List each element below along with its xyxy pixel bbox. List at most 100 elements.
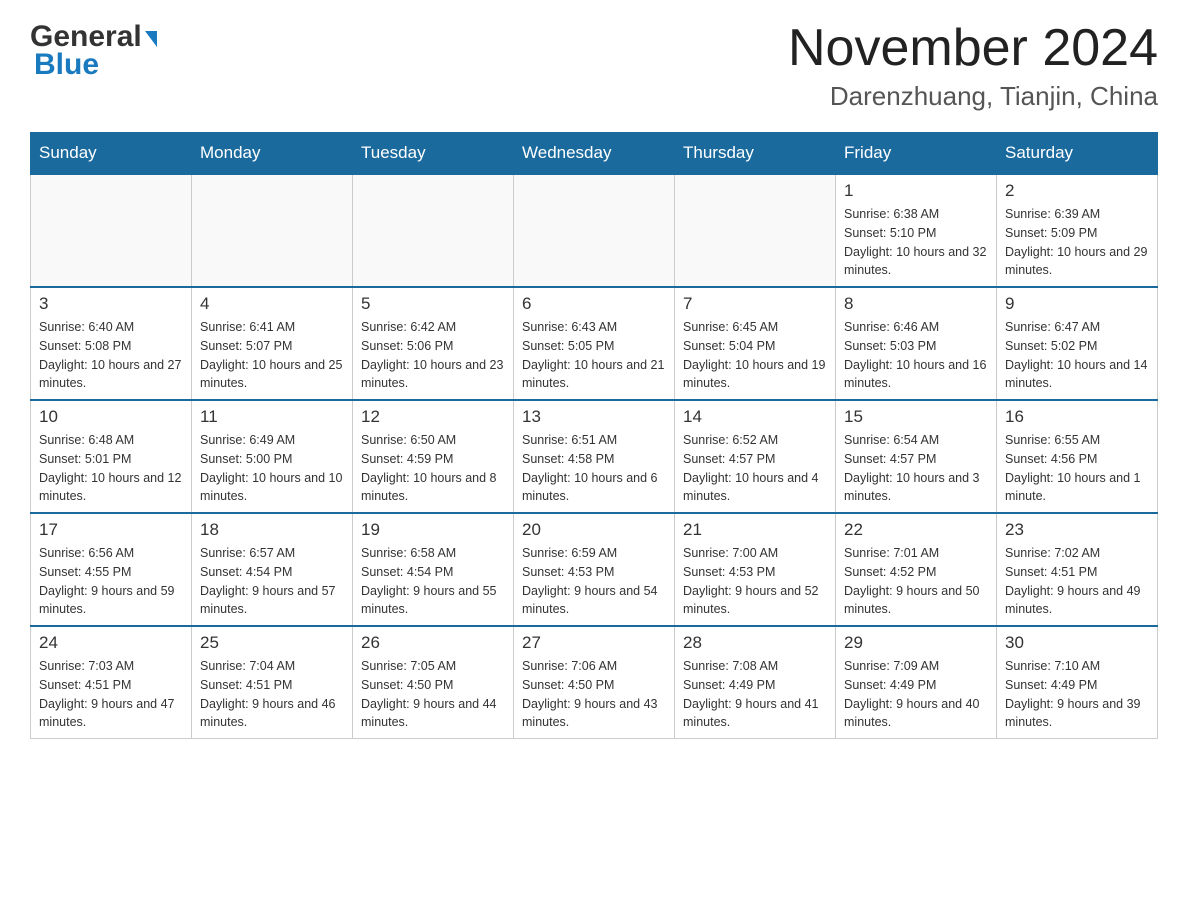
calendar-cell: 26Sunrise: 7:05 AMSunset: 4:50 PMDayligh… — [353, 626, 514, 739]
day-number: 2 — [1005, 181, 1149, 201]
day-info: Sunrise: 6:59 AMSunset: 4:53 PMDaylight:… — [522, 544, 666, 619]
day-info: Sunrise: 6:55 AMSunset: 4:56 PMDaylight:… — [1005, 431, 1149, 506]
calendar-week-3: 10Sunrise: 6:48 AMSunset: 5:01 PMDayligh… — [31, 400, 1158, 513]
day-number: 6 — [522, 294, 666, 314]
calendar-cell: 15 Sunrise: 6:54 AMSunset: 4:57 PMDayligh… — [836, 400, 997, 513]
calendar-dow-sunday: Sunday — [31, 133, 192, 175]
calendar-dow-monday: Monday — [192, 133, 353, 175]
day-number: 15 — [844, 407, 988, 427]
calendar-header-row: SundayMondayTuesdayWednesdayThursdayFrid… — [31, 133, 1158, 175]
day-info: Sunrise: 6:43 AMSunset: 5:05 PMDaylight:… — [522, 318, 666, 393]
calendar-table: SundayMondayTuesdayWednesdayThursdayFrid… — [30, 132, 1158, 739]
day-number: 13 — [522, 407, 666, 427]
day-info: Sunrise: 6:39 AMSunset: 5:09 PMDaylight:… — [1005, 205, 1149, 280]
day-number: 28 — [683, 633, 827, 653]
calendar-cell: 21Sunrise: 7:00 AMSunset: 4:53 PMDayligh… — [675, 513, 836, 626]
calendar-cell: 18 Sunrise: 6:57 AMSunset: 4:54 PMDayligh… — [192, 513, 353, 626]
day-number: 22 — [844, 520, 988, 540]
day-info: Sunrise: 6:42 AMSunset: 5:06 PMDaylight:… — [361, 318, 505, 393]
month-title: November 2024 — [788, 20, 1158, 77]
day-info: Sunrise: 6:58 AMSunset: 4:54 PMDaylight:… — [361, 544, 505, 619]
calendar-cell: 16 Sunrise: 6:55 AMSunset: 4:56 PMDayligh… — [997, 400, 1158, 513]
day-number: 1 — [844, 181, 988, 201]
day-number: 9 — [1005, 294, 1149, 314]
day-info: Sunrise: 6:48 AMSunset: 5:01 PMDaylight:… — [39, 431, 183, 506]
day-info: Sunrise: 6:54 AMSunset: 4:57 PMDaylight:… — [844, 431, 988, 506]
calendar-week-4: 17 Sunrise: 6:56 AMSunset: 4:55 PMDayligh… — [31, 513, 1158, 626]
day-info: Sunrise: 7:03 AMSunset: 4:51 PMDaylight:… — [39, 657, 183, 732]
day-number: 26 — [361, 633, 505, 653]
calendar-cell: 24Sunrise: 7:03 AMSunset: 4:51 PMDayligh… — [31, 626, 192, 739]
calendar-dow-wednesday: Wednesday — [514, 133, 675, 175]
calendar-cell: 12 Sunrise: 6:50 AMSunset: 4:59 PMDayligh… — [353, 400, 514, 513]
day-number: 20 — [522, 520, 666, 540]
calendar-cell: 14 Sunrise: 6:52 AMSunset: 4:57 PMDayligh… — [675, 400, 836, 513]
logo-triangle-icon — [145, 31, 157, 47]
day-number: 25 — [200, 633, 344, 653]
calendar-cell: 20 Sunrise: 6:59 AMSunset: 4:53 PMDayligh… — [514, 513, 675, 626]
day-number: 19 — [361, 520, 505, 540]
calendar-cell — [675, 174, 836, 287]
day-info: Sunrise: 7:10 AMSunset: 4:49 PMDaylight:… — [1005, 657, 1149, 732]
day-number: 29 — [844, 633, 988, 653]
day-info: Sunrise: 6:46 AMSunset: 5:03 PMDaylight:… — [844, 318, 988, 393]
location-title: Darenzhuang, Tianjin, China — [788, 81, 1158, 112]
calendar-cell: 1 Sunrise: 6:38 AMSunset: 5:10 PMDaylight… — [836, 174, 997, 287]
calendar-cell — [514, 174, 675, 287]
calendar-cell: 30 Sunrise: 7:10 AMSunset: 4:49 PMDayligh… — [997, 626, 1158, 739]
calendar-week-5: 24Sunrise: 7:03 AMSunset: 4:51 PMDayligh… — [31, 626, 1158, 739]
day-info: Sunrise: 7:00 AMSunset: 4:53 PMDaylight:… — [683, 544, 827, 619]
calendar-cell: 27 Sunrise: 7:06 AMSunset: 4:50 PMDayligh… — [514, 626, 675, 739]
day-number: 11 — [200, 407, 344, 427]
calendar-cell: 29 Sunrise: 7:09 AMSunset: 4:49 PMDayligh… — [836, 626, 997, 739]
day-info: Sunrise: 6:57 AMSunset: 4:54 PMDaylight:… — [200, 544, 344, 619]
calendar-cell: 8 Sunrise: 6:46 AMSunset: 5:03 PMDaylight… — [836, 287, 997, 400]
day-number: 30 — [1005, 633, 1149, 653]
day-number: 5 — [361, 294, 505, 314]
day-number: 16 — [1005, 407, 1149, 427]
day-number: 27 — [522, 633, 666, 653]
day-info: Sunrise: 6:41 AMSunset: 5:07 PMDaylight:… — [200, 318, 344, 393]
day-info: Sunrise: 7:06 AMSunset: 4:50 PMDaylight:… — [522, 657, 666, 732]
page-header: General Blue November 2024 Darenzhuang, … — [30, 20, 1158, 112]
day-info: Sunrise: 7:08 AMSunset: 4:49 PMDaylight:… — [683, 657, 827, 732]
calendar-cell: 22 Sunrise: 7:01 AMSunset: 4:52 PMDayligh… — [836, 513, 997, 626]
day-number: 14 — [683, 407, 827, 427]
calendar-cell — [31, 174, 192, 287]
calendar-cell: 6 Sunrise: 6:43 AMSunset: 5:05 PMDaylight… — [514, 287, 675, 400]
day-info: Sunrise: 7:01 AMSunset: 4:52 PMDaylight:… — [844, 544, 988, 619]
day-number: 8 — [844, 294, 988, 314]
logo: General Blue — [30, 20, 157, 82]
calendar-week-2: 3Sunrise: 6:40 AMSunset: 5:08 PMDaylight… — [31, 287, 1158, 400]
day-info: Sunrise: 7:02 AMSunset: 4:51 PMDaylight:… — [1005, 544, 1149, 619]
calendar-week-1: 1 Sunrise: 6:38 AMSunset: 5:10 PMDaylight… — [31, 174, 1158, 287]
day-info: Sunrise: 6:47 AMSunset: 5:02 PMDaylight:… — [1005, 318, 1149, 393]
calendar-cell: 28 Sunrise: 7:08 AMSunset: 4:49 PMDayligh… — [675, 626, 836, 739]
day-info: Sunrise: 6:38 AMSunset: 5:10 PMDaylight:… — [844, 205, 988, 280]
day-number: 12 — [361, 407, 505, 427]
calendar-cell — [192, 174, 353, 287]
day-info: Sunrise: 6:50 AMSunset: 4:59 PMDaylight:… — [361, 431, 505, 506]
day-number: 7 — [683, 294, 827, 314]
day-info: Sunrise: 6:40 AMSunset: 5:08 PMDaylight:… — [39, 318, 183, 393]
day-info: Sunrise: 6:56 AMSunset: 4:55 PMDaylight:… — [39, 544, 183, 619]
day-number: 23 — [1005, 520, 1149, 540]
calendar-cell — [353, 174, 514, 287]
calendar-cell: 4 Sunrise: 6:41 AMSunset: 5:07 PMDaylight… — [192, 287, 353, 400]
calendar-cell: 17 Sunrise: 6:56 AMSunset: 4:55 PMDayligh… — [31, 513, 192, 626]
calendar-cell: 7Sunrise: 6:45 AMSunset: 5:04 PMDaylight… — [675, 287, 836, 400]
day-number: 18 — [200, 520, 344, 540]
calendar-cell: 2 Sunrise: 6:39 AMSunset: 5:09 PMDaylight… — [997, 174, 1158, 287]
day-info: Sunrise: 6:52 AMSunset: 4:57 PMDaylight:… — [683, 431, 827, 506]
day-number: 17 — [39, 520, 183, 540]
title-section: November 2024 Darenzhuang, Tianjin, Chin… — [788, 20, 1158, 112]
calendar-cell: 23 Sunrise: 7:02 AMSunset: 4:51 PMDayligh… — [997, 513, 1158, 626]
calendar-cell: 19 Sunrise: 6:58 AMSunset: 4:54 PMDayligh… — [353, 513, 514, 626]
calendar-cell: 25Sunrise: 7:04 AMSunset: 4:51 PMDayligh… — [192, 626, 353, 739]
calendar-cell: 3Sunrise: 6:40 AMSunset: 5:08 PMDaylight… — [31, 287, 192, 400]
calendar-cell: 13Sunrise: 6:51 AMSunset: 4:58 PMDayligh… — [514, 400, 675, 513]
day-number: 4 — [200, 294, 344, 314]
calendar-cell: 9 Sunrise: 6:47 AMSunset: 5:02 PMDaylight… — [997, 287, 1158, 400]
day-info: Sunrise: 7:09 AMSunset: 4:49 PMDaylight:… — [844, 657, 988, 732]
logo-blue: Blue — [30, 48, 99, 82]
